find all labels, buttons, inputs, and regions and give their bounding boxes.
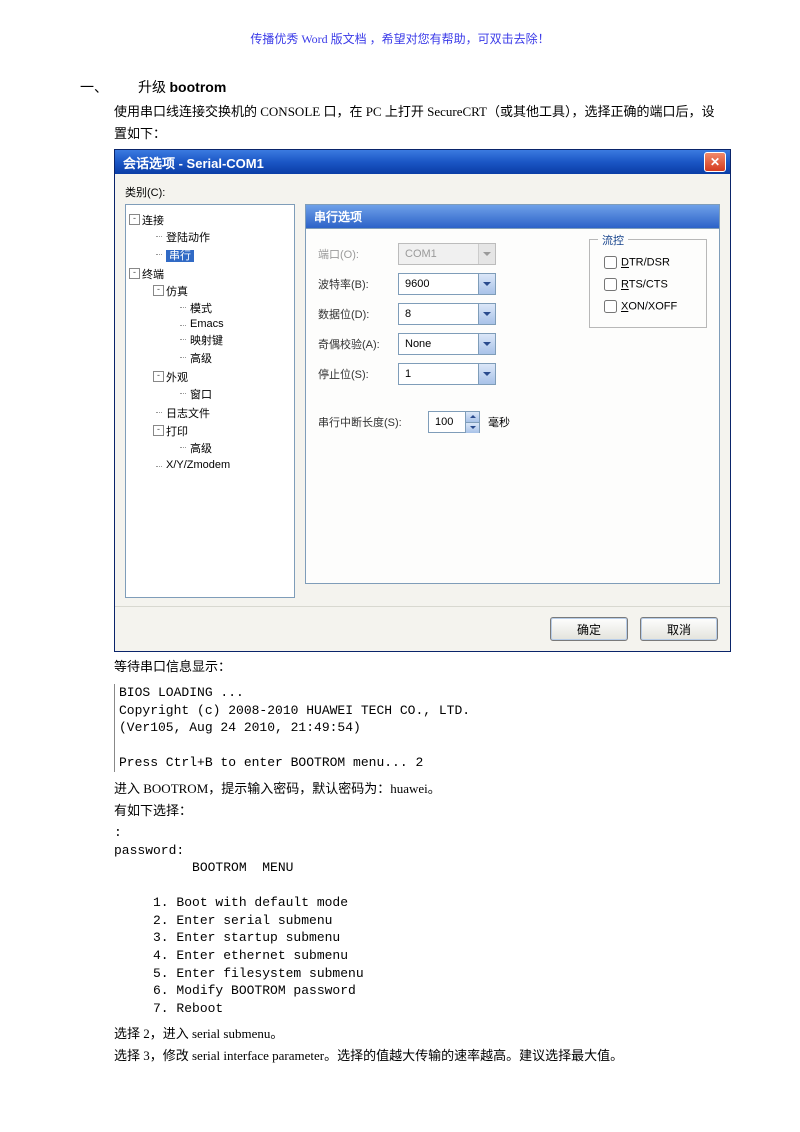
dtr-checkbox-row[interactable]: DDTR/DSRTR/DSR [600,253,696,272]
category-label: 类别(C): [125,184,720,200]
tree-collapse-icon[interactable]: - [129,214,140,225]
rts-checkbox[interactable] [604,278,617,291]
tree-node-print[interactable]: 打印 [166,426,188,438]
parity-label: 奇偶校验(A): [318,336,398,352]
break-label: 串行中断长度(S): [318,414,428,430]
tree-node-mapkeys[interactable]: 映射键 [190,335,223,347]
tree-node-mode[interactable]: 模式 [190,303,212,315]
baud-value: 9600 [405,278,429,290]
chevron-down-icon[interactable] [478,334,495,354]
wait-serial-text: 等待串口信息显示： [114,656,720,678]
flow-control-legend: 流控 [598,232,628,248]
flow-control-group: 流控 DDTR/DSRTR/DSR RRTS/CTSTS/CTS XXON/XO… [589,239,707,328]
baud-label: 波特率(B): [318,276,398,292]
port-select: COM1 [398,243,496,265]
stopbits-label: 停止位(S): [318,366,398,382]
break-unit: 毫秒 [488,414,510,430]
chevron-down-icon[interactable] [478,364,495,384]
tree-collapse-icon[interactable]: - [153,425,164,436]
tree-node-logfile[interactable]: 日志文件 [166,408,210,420]
tree-node-emacs[interactable]: Emacs [190,318,224,330]
console-output-bios: BIOS LOADING ... Copyright (c) 2008-2010… [114,684,720,772]
dtr-checkbox[interactable] [604,256,617,269]
select-3-text: 选择 3，修改 serial interface parameter。选择的值越… [114,1045,720,1067]
close-icon[interactable]: ✕ [704,152,726,172]
stopbits-value: 1 [405,368,411,380]
baud-select[interactable]: 9600 [398,273,496,295]
parity-select[interactable]: None [398,333,496,355]
select-2-text: 选择 2，进入 serial submenu。 [114,1023,720,1045]
session-options-dialog: 会话选项 - Serial-COM1 ✕ 类别(C): -连接 登陆动作 串行 [114,149,731,652]
panel-title: 串行选项 [305,204,720,228]
databits-select[interactable]: 8 [398,303,496,325]
chevron-down-icon[interactable] [478,274,495,294]
tree-node-emulation[interactable]: 仿真 [166,286,188,298]
chevron-down-icon [478,244,495,264]
tree-node-appearance[interactable]: 外观 [166,372,188,384]
stopbits-select[interactable]: 1 [398,363,496,385]
ok-button[interactable]: 确定 [550,617,628,641]
databits-label: 数据位(D): [318,306,398,322]
options-text: 有如下选择： [114,800,720,822]
cancel-button[interactable]: 取消 [640,617,718,641]
section-title-prefix: 升级 [138,81,170,96]
tree-collapse-icon[interactable]: - [153,371,164,382]
section-title-bold: bootrom [170,79,227,95]
spin-up-icon[interactable] [465,412,479,423]
tree-node-serial[interactable]: 串行 [166,250,194,262]
parity-value: None [405,338,431,350]
xon-checkbox[interactable] [604,300,617,313]
tree-node-xyzmodem[interactable]: X/Y/Zmodem [166,459,230,471]
console-output-menu: : password: BOOTROM MENU 1. Boot with de… [114,824,720,1017]
xon-checkbox-row[interactable]: XXON/XOFFON/XOFF [600,297,696,316]
section-number: 一、 [80,81,108,96]
category-tree[interactable]: -连接 登陆动作 串行 -终端 -仿真 模式 [125,204,295,598]
spin-down-icon[interactable] [465,423,479,433]
port-label: 端口(O): [318,246,398,262]
dialog-titlebar: 会话选项 - Serial-COM1 ✕ [115,150,730,174]
tree-node-connection[interactable]: 连接 [142,215,164,227]
tree-node-window[interactable]: 窗口 [190,389,212,401]
break-spinner[interactable]: 100 [428,411,480,433]
tree-node-login[interactable]: 登陆动作 [166,232,210,244]
rts-checkbox-row[interactable]: RRTS/CTSTS/CTS [600,275,696,294]
dialog-title: 会话选项 - Serial-COM1 [123,153,264,172]
port-value: COM1 [405,248,437,260]
chevron-down-icon[interactable] [478,304,495,324]
tree-node-terminal[interactable]: 终端 [142,269,164,281]
enter-bootrom-text: 进入 BOOTROM，提示输入密码，默认密码为：huawei。 [114,778,720,800]
tree-node-print-advanced[interactable]: 高级 [190,443,212,455]
tree-collapse-icon[interactable]: - [129,268,140,279]
section-heading: 一、 升级 bootrom [80,77,720,97]
intro-text: 使用串口线连接交换机的 CONSOLE 口，在 PC 上打开 SecureCRT… [114,101,720,145]
header-note: 传播优秀 Word 版文档 ，希望对您有帮助，可双击去除！ [80,30,720,47]
tree-collapse-icon[interactable]: - [153,285,164,296]
databits-value: 8 [405,308,411,320]
break-value: 100 [429,416,465,428]
tree-node-advanced[interactable]: 高级 [190,353,212,365]
